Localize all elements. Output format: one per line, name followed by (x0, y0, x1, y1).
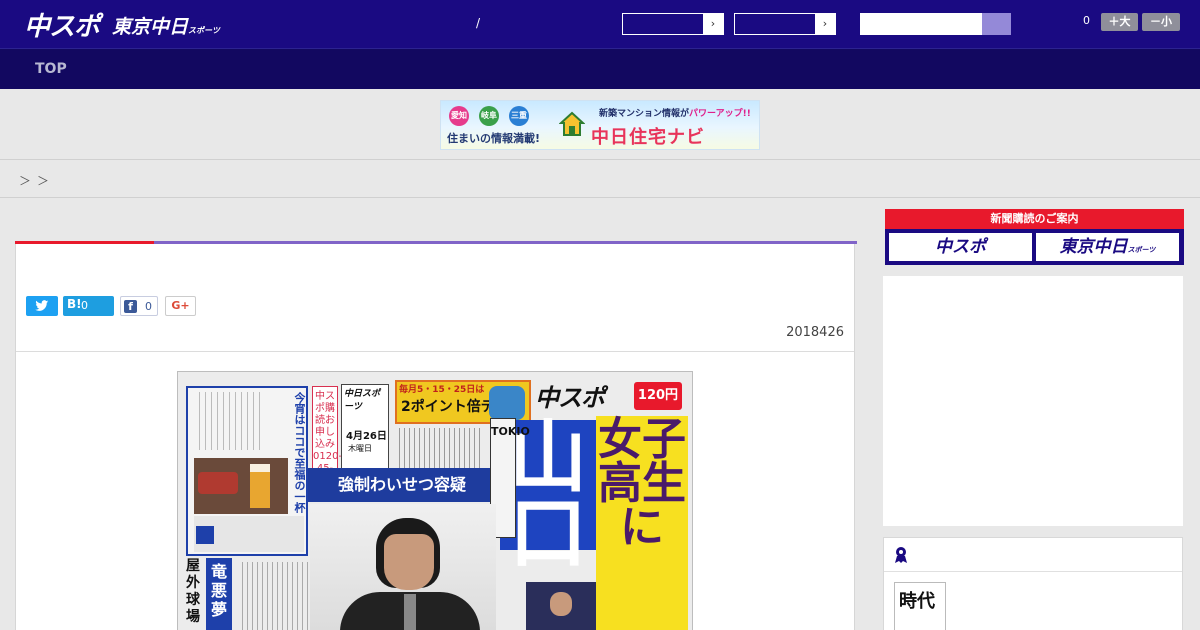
banner-tag-mie: 三重 (509, 106, 529, 126)
search-box (860, 13, 1011, 35)
article-date: 2018426 (786, 325, 844, 340)
sidebar-ad-slot[interactable] (883, 276, 1183, 526)
twitter-bird-icon (35, 300, 49, 311)
search-button[interactable] (982, 13, 1011, 35)
article-accent-red (15, 241, 154, 244)
paper-head-left-2: 竜悪夢 (206, 558, 232, 630)
site-header: 中スポ 東京中日スポーツ / › › 0 ＋大 －小 (0, 0, 1200, 48)
breadcrumb-sep-1: ＞ (19, 174, 32, 188)
chuspo-logo[interactable]: 中スポ (24, 6, 100, 43)
search-input[interactable] (860, 13, 982, 35)
paper-point-top: 毎月5・15・25日は (399, 385, 485, 395)
paper-beer-glass (250, 464, 270, 508)
article-accent-purple (154, 241, 857, 244)
paper-ad-logo (196, 526, 214, 544)
inset-face (550, 592, 572, 616)
housing-navi-banner[interactable]: 愛知 岐阜 三重 住まいの情報満載! 新築マンション情報がパワーアップ!! 中日… (440, 100, 760, 150)
font-smaller-button[interactable]: －小 (1142, 13, 1180, 31)
font-larger-button[interactable]: ＋大 (1101, 13, 1138, 31)
banner-brand: 中日住宅ナビ (591, 127, 705, 148)
paper-logo: 中スポ (535, 384, 605, 412)
page: 中スポ 東京中日スポーツ / › › 0 ＋大 －小 TOP 愛知 岐阜 三重 … (0, 0, 1200, 630)
paper-vertical-headline-big: 女子高生に (596, 416, 688, 630)
article-divider (16, 351, 854, 352)
subscription-box: 新聞購読のご案内 中スポ 東京中日スポーツ (885, 209, 1184, 265)
banner-tagline-right-b: パワーアップ!! (689, 109, 751, 119)
subscribe-tokyo-chunichi-text: 東京中日 (1059, 237, 1128, 257)
paper-food-photo (194, 458, 288, 514)
hatena-icon: B! (67, 297, 82, 311)
medal-icon (895, 547, 907, 563)
banner-tag-gifu: 岐阜 (479, 106, 499, 126)
tokyo-chunichi-logo-text: 東京中日 (112, 16, 189, 38)
banner-tagline-right: 新築マンション情報がパワーアップ!! (599, 106, 751, 119)
paper-subheadline: 強制わいせつ容疑 (308, 468, 496, 502)
photo-face (384, 534, 434, 590)
subscribe-tokyo-chunichi-small: スポーツ (1127, 246, 1156, 254)
paper-text-lines (194, 392, 264, 450)
global-nav: TOP (0, 48, 1200, 89)
paper-head-left: 屋外球場 (186, 558, 200, 625)
chevron-right-icon: › (703, 14, 723, 34)
breadcrumb-sep-2: ＞ (37, 174, 50, 188)
paper-date-box: 中日スポーツ 4月26日 木曜日 (341, 384, 389, 470)
paper-main-photo (310, 504, 496, 630)
paper-ad-column: 今宵はココで至福の一杯 (186, 386, 308, 556)
edition-select-1[interactable]: › (622, 13, 724, 35)
paper-small-text (238, 562, 308, 630)
header-separator: / (476, 16, 481, 30)
twitter-share-button[interactable] (26, 296, 58, 316)
article-card: B! 0 f 0 G+ 2018426 今宵はココで至福の一杯 屋外球場 竜悪夢… (15, 241, 857, 630)
tokyo-chunichi-logo-small: スポーツ (188, 26, 220, 35)
nav-item-top[interactable]: TOP (35, 61, 67, 77)
ranking-thumb-text: 時代 (899, 591, 935, 612)
chevron-right-icon: › (815, 14, 835, 34)
paper-date-brand: 中日スポーツ (344, 389, 381, 412)
banner-tag-aichi: 愛知 (449, 106, 469, 126)
paper-inset-photo (526, 582, 596, 630)
ranking-thumbnail[interactable]: 時代 (894, 582, 946, 630)
subscribe-tokyo-chunichi-button[interactable]: 東京中日スポーツ (1036, 233, 1179, 261)
house-icon (559, 111, 585, 136)
subscription-title: 新聞購読のご案内 (885, 209, 1184, 229)
edition-select-2[interactable]: › (734, 13, 836, 35)
banner-strip: 愛知 岐阜 三重 住まいの情報満載! 新築マンション情報がパワーアップ!! 中日… (0, 89, 1200, 160)
paper-vertical-headline: 今宵はココで至福の一杯 (293, 392, 306, 513)
paper-date-main: 4月26日 (346, 431, 387, 442)
hatena-count: 0 (81, 299, 88, 312)
font-size-count: 0 (1083, 14, 1090, 27)
paper-date-sub: 木曜日 (348, 444, 372, 453)
hatena-bookmark-button[interactable]: B! 0 (63, 296, 114, 316)
banner-tagline-right-a: 新築マンション情報が (599, 109, 690, 119)
paper-ad-brochure (194, 516, 304, 552)
subscribe-chuspo-button[interactable]: 中スポ (889, 233, 1032, 261)
google-plus-share-button[interactable]: G+ (165, 296, 196, 316)
facebook-count: 0 (145, 300, 152, 313)
banner-tagline-left: 住まいの情報満載! (447, 132, 541, 145)
ranking-box: 時代 (883, 537, 1183, 630)
photo-tie (404, 594, 416, 630)
ranking-header (884, 538, 1182, 572)
tokyo-chunichi-logo[interactable]: 東京中日スポーツ (112, 12, 220, 39)
paper-text-block (395, 428, 483, 472)
breadcrumb: ＞ ＞ (0, 160, 1200, 198)
paper-price: 120円 (634, 382, 682, 410)
newspaper-front-page-image[interactable]: 今宵はココで至福の一杯 屋外球場 竜悪夢 中スポ購読お申し込み 0120-45-… (177, 371, 693, 630)
paper-food-dish (198, 472, 238, 494)
facebook-icon: f (124, 300, 137, 313)
facebook-share-button[interactable]: f 0 (120, 296, 158, 316)
